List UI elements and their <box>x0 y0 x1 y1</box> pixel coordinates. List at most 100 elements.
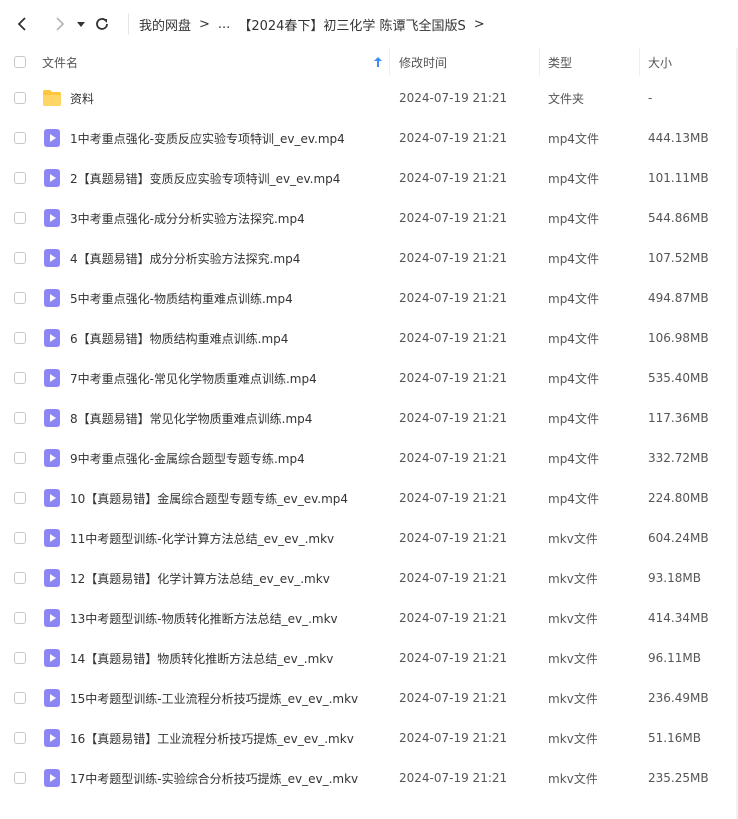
file-size: 604.24MB <box>648 531 709 545</box>
file-row[interactable]: 17中考题型训练-实验综合分析技巧提炼_ev_ev_.mkv 2024-07-19… <box>0 758 738 798</box>
file-row[interactable]: 15中考题型训练-工业流程分析技巧提炼_ev_ev_.mkv 2024-07-19… <box>0 678 738 718</box>
row-checkbox[interactable] <box>14 172 26 184</box>
file-name-cell[interactable]: 7中考重点强化-常见化学物质重难点训练.mp4 <box>40 358 390 398</box>
column-header-type[interactable]: 类型 <box>540 48 640 76</box>
file-name[interactable]: 17中考题型训练-实验综合分析技巧提炼_ev_ev_.mkv <box>70 770 358 787</box>
file-name-cell[interactable]: 6【真题易错】物质结构重难点训练.mp4 <box>40 318 390 358</box>
file-row[interactable]: 资料 2024-07-19 21:21 文件夹 - <box>0 78 738 118</box>
file-name[interactable]: 11中考题型训练-化学计算方法总结_ev_ev_.mkv <box>70 530 334 547</box>
row-checkbox[interactable] <box>14 732 26 744</box>
file-name-cell[interactable]: 11中考题型训练-化学计算方法总结_ev_ev_.mkv <box>40 518 390 558</box>
file-row[interactable]: 10【真题易错】金属综合题型专题专练_ev_ev.mp4 2024-07-19 2… <box>0 478 738 518</box>
file-row[interactable]: 12【真题易错】化学计算方法总结_ev_ev_.mkv 2024-07-19 21… <box>0 558 738 598</box>
file-row[interactable]: 13中考题型训练-物质转化推断方法总结_ev_.mkv 2024-07-19 21… <box>0 598 738 638</box>
row-checkbox[interactable] <box>14 572 26 584</box>
breadcrumb: 我的网盘 > ... 【2024春下】初三化学 陈谭飞全国版S > <box>139 15 493 34</box>
back-button[interactable] <box>10 12 34 36</box>
video-file-icon <box>44 129 60 147</box>
column-header-name[interactable]: 文件名 <box>40 48 390 76</box>
file-type: mkv文件 <box>548 691 598 706</box>
file-name-cell[interactable]: 17中考题型训练-实验综合分析技巧提炼_ev_ev_.mkv <box>40 758 390 798</box>
select-all-checkbox[interactable] <box>14 56 26 68</box>
file-name[interactable]: 9中考重点强化-金属综合题型专题专练.mp4 <box>70 450 305 467</box>
file-modified-time: 2024-07-19 21:21 <box>399 531 508 545</box>
file-name[interactable]: 13中考题型训练-物质转化推断方法总结_ev_.mkv <box>70 610 338 627</box>
file-name-cell[interactable]: 2【真题易错】变质反应实验专项特训_ev_ev.mp4 <box>40 158 390 198</box>
file-row[interactable]: 2【真题易错】变质反应实验专项特训_ev_ev.mp4 2024-07-19 21… <box>0 158 738 198</box>
row-checkbox[interactable] <box>14 252 26 264</box>
row-checkbox[interactable] <box>14 492 26 504</box>
file-type: mkv文件 <box>548 531 598 546</box>
file-size: 414.34MB <box>648 611 709 625</box>
file-row[interactable]: 4【真题易错】成分分析实验方法探究.mp4 2024-07-19 21:21 mp4… <box>0 238 738 278</box>
file-name[interactable]: 7中考重点强化-常见化学物质重难点训练.mp4 <box>70 370 317 387</box>
breadcrumb-item-current[interactable]: 【2024春下】初三化学 陈谭飞全国版S <box>238 15 465 34</box>
file-name[interactable]: 16【真题易错】工业流程分析技巧提炼_ev_ev_.mkv <box>70 730 354 747</box>
column-header-size[interactable]: 大小 <box>640 48 738 76</box>
row-checkbox[interactable] <box>14 332 26 344</box>
file-name-cell[interactable]: 1中考重点强化-变质反应实验专项特训_ev_ev.mp4 <box>40 118 390 158</box>
file-name[interactable]: 8【真题易错】常见化学物质重难点训练.mp4 <box>70 410 312 427</box>
file-name[interactable]: 10【真题易错】金属综合题型专题专练_ev_ev.mp4 <box>70 490 348 507</box>
file-row[interactable]: 11中考题型训练-化学计算方法总结_ev_ev_.mkv 2024-07-19 2… <box>0 518 738 558</box>
file-row[interactable]: 6【真题易错】物质结构重难点训练.mp4 2024-07-19 21:21 mp4文… <box>0 318 738 358</box>
row-checkbox[interactable] <box>14 692 26 704</box>
file-name[interactable]: 1中考重点强化-变质反应实验专项特训_ev_ev.mp4 <box>70 130 345 147</box>
row-checkbox[interactable] <box>14 92 26 104</box>
file-name[interactable]: 3中考重点强化-成分分析实验方法探究.mp4 <box>70 210 305 227</box>
column-header-name-label: 文件名 <box>42 55 79 70</box>
file-name[interactable]: 12【真题易错】化学计算方法总结_ev_ev_.mkv <box>70 570 330 587</box>
file-row[interactable]: 1中考重点强化-变质反应实验专项特训_ev_ev.mp4 2024-07-19 2… <box>0 118 738 158</box>
file-type: mkv文件 <box>548 571 598 586</box>
file-name-cell[interactable]: 13中考题型训练-物质转化推断方法总结_ev_.mkv <box>40 598 390 638</box>
row-checkbox[interactable] <box>14 292 26 304</box>
breadcrumb-item-root[interactable]: 我的网盘 <box>139 15 191 34</box>
row-checkbox[interactable] <box>14 212 26 224</box>
file-name-cell[interactable]: 16【真题易错】工业流程分析技巧提炼_ev_ev_.mkv <box>40 718 390 758</box>
file-name[interactable]: 资料 <box>70 90 94 107</box>
row-checkbox[interactable] <box>14 372 26 384</box>
file-name-cell[interactable]: 3中考重点强化-成分分析实验方法探究.mp4 <box>40 198 390 238</box>
file-name-cell[interactable]: 4【真题易错】成分分析实验方法探究.mp4 <box>40 238 390 278</box>
breadcrumb-item-ellipsis[interactable]: ... <box>218 17 230 32</box>
sort-arrow-up-icon[interactable] <box>373 56 383 68</box>
video-file-icon <box>44 529 60 547</box>
navigation-bar: 我的网盘 > ... 【2024春下】初三化学 陈谭飞全国版S > <box>0 0 738 48</box>
column-header-time[interactable]: 修改时间 <box>390 48 540 76</box>
file-type: mp4文件 <box>548 451 599 466</box>
file-row[interactable]: 16【真题易错】工业流程分析技巧提炼_ev_ev_.mkv 2024-07-19 … <box>0 718 738 758</box>
video-file-icon <box>44 769 60 787</box>
forward-button[interactable] <box>48 12 72 36</box>
file-name[interactable]: 14【真题易错】物质转化推断方法总结_ev_.mkv <box>70 650 333 667</box>
file-name-cell[interactable]: 15中考题型训练-工业流程分析技巧提炼_ev_ev_.mkv <box>40 678 390 718</box>
row-checkbox[interactable] <box>14 132 26 144</box>
row-checkbox[interactable] <box>14 612 26 624</box>
file-modified-time: 2024-07-19 21:21 <box>399 731 508 745</box>
file-name-cell[interactable]: 14【真题易错】物质转化推断方法总结_ev_.mkv <box>40 638 390 678</box>
file-name[interactable]: 6【真题易错】物质结构重难点训练.mp4 <box>70 330 288 347</box>
row-checkbox[interactable] <box>14 452 26 464</box>
file-row[interactable]: 7中考重点强化-常见化学物质重难点训练.mp4 2024-07-19 21:21 m… <box>0 358 738 398</box>
row-checkbox[interactable] <box>14 412 26 424</box>
file-name[interactable]: 4【真题易错】成分分析实验方法探究.mp4 <box>70 250 300 267</box>
file-row[interactable]: 9中考重点强化-金属综合题型专题专练.mp4 2024-07-19 21:21 mp… <box>0 438 738 478</box>
file-name-cell[interactable]: 10【真题易错】金属综合题型专题专练_ev_ev.mp4 <box>40 478 390 518</box>
file-row[interactable]: 14【真题易错】物质转化推断方法总结_ev_.mkv 2024-07-19 21:… <box>0 638 738 678</box>
file-name[interactable]: 5中考重点强化-物质结构重难点训练.mp4 <box>70 290 293 307</box>
file-name-cell[interactable]: 9中考重点强化-金属综合题型专题专练.mp4 <box>40 438 390 478</box>
file-row[interactable]: 8【真题易错】常见化学物质重难点训练.mp4 2024-07-19 21:21 mp… <box>0 398 738 438</box>
file-row[interactable]: 3中考重点强化-成分分析实验方法探究.mp4 2024-07-19 21:21 mp… <box>0 198 738 238</box>
row-checkbox[interactable] <box>14 772 26 784</box>
file-name-cell[interactable]: 资料 <box>40 78 390 118</box>
refresh-button[interactable] <box>90 12 114 36</box>
file-name[interactable]: 15中考题型训练-工业流程分析技巧提炼_ev_ev_.mkv <box>70 690 358 707</box>
file-row[interactable]: 5中考重点强化-物质结构重难点训练.mp4 2024-07-19 21:21 mp4… <box>0 278 738 318</box>
row-checkbox[interactable] <box>14 652 26 664</box>
file-name[interactable]: 2【真题易错】变质反应实验专项特训_ev_ev.mp4 <box>70 170 340 187</box>
history-dropdown-button[interactable] <box>74 12 88 36</box>
file-name-cell[interactable]: 5中考重点强化-物质结构重难点训练.mp4 <box>40 278 390 318</box>
file-name-cell[interactable]: 12【真题易错】化学计算方法总结_ev_ev_.mkv <box>40 558 390 598</box>
file-name-cell[interactable]: 8【真题易错】常见化学物质重难点训练.mp4 <box>40 398 390 438</box>
file-size: 93.18MB <box>648 571 701 585</box>
row-checkbox[interactable] <box>14 532 26 544</box>
